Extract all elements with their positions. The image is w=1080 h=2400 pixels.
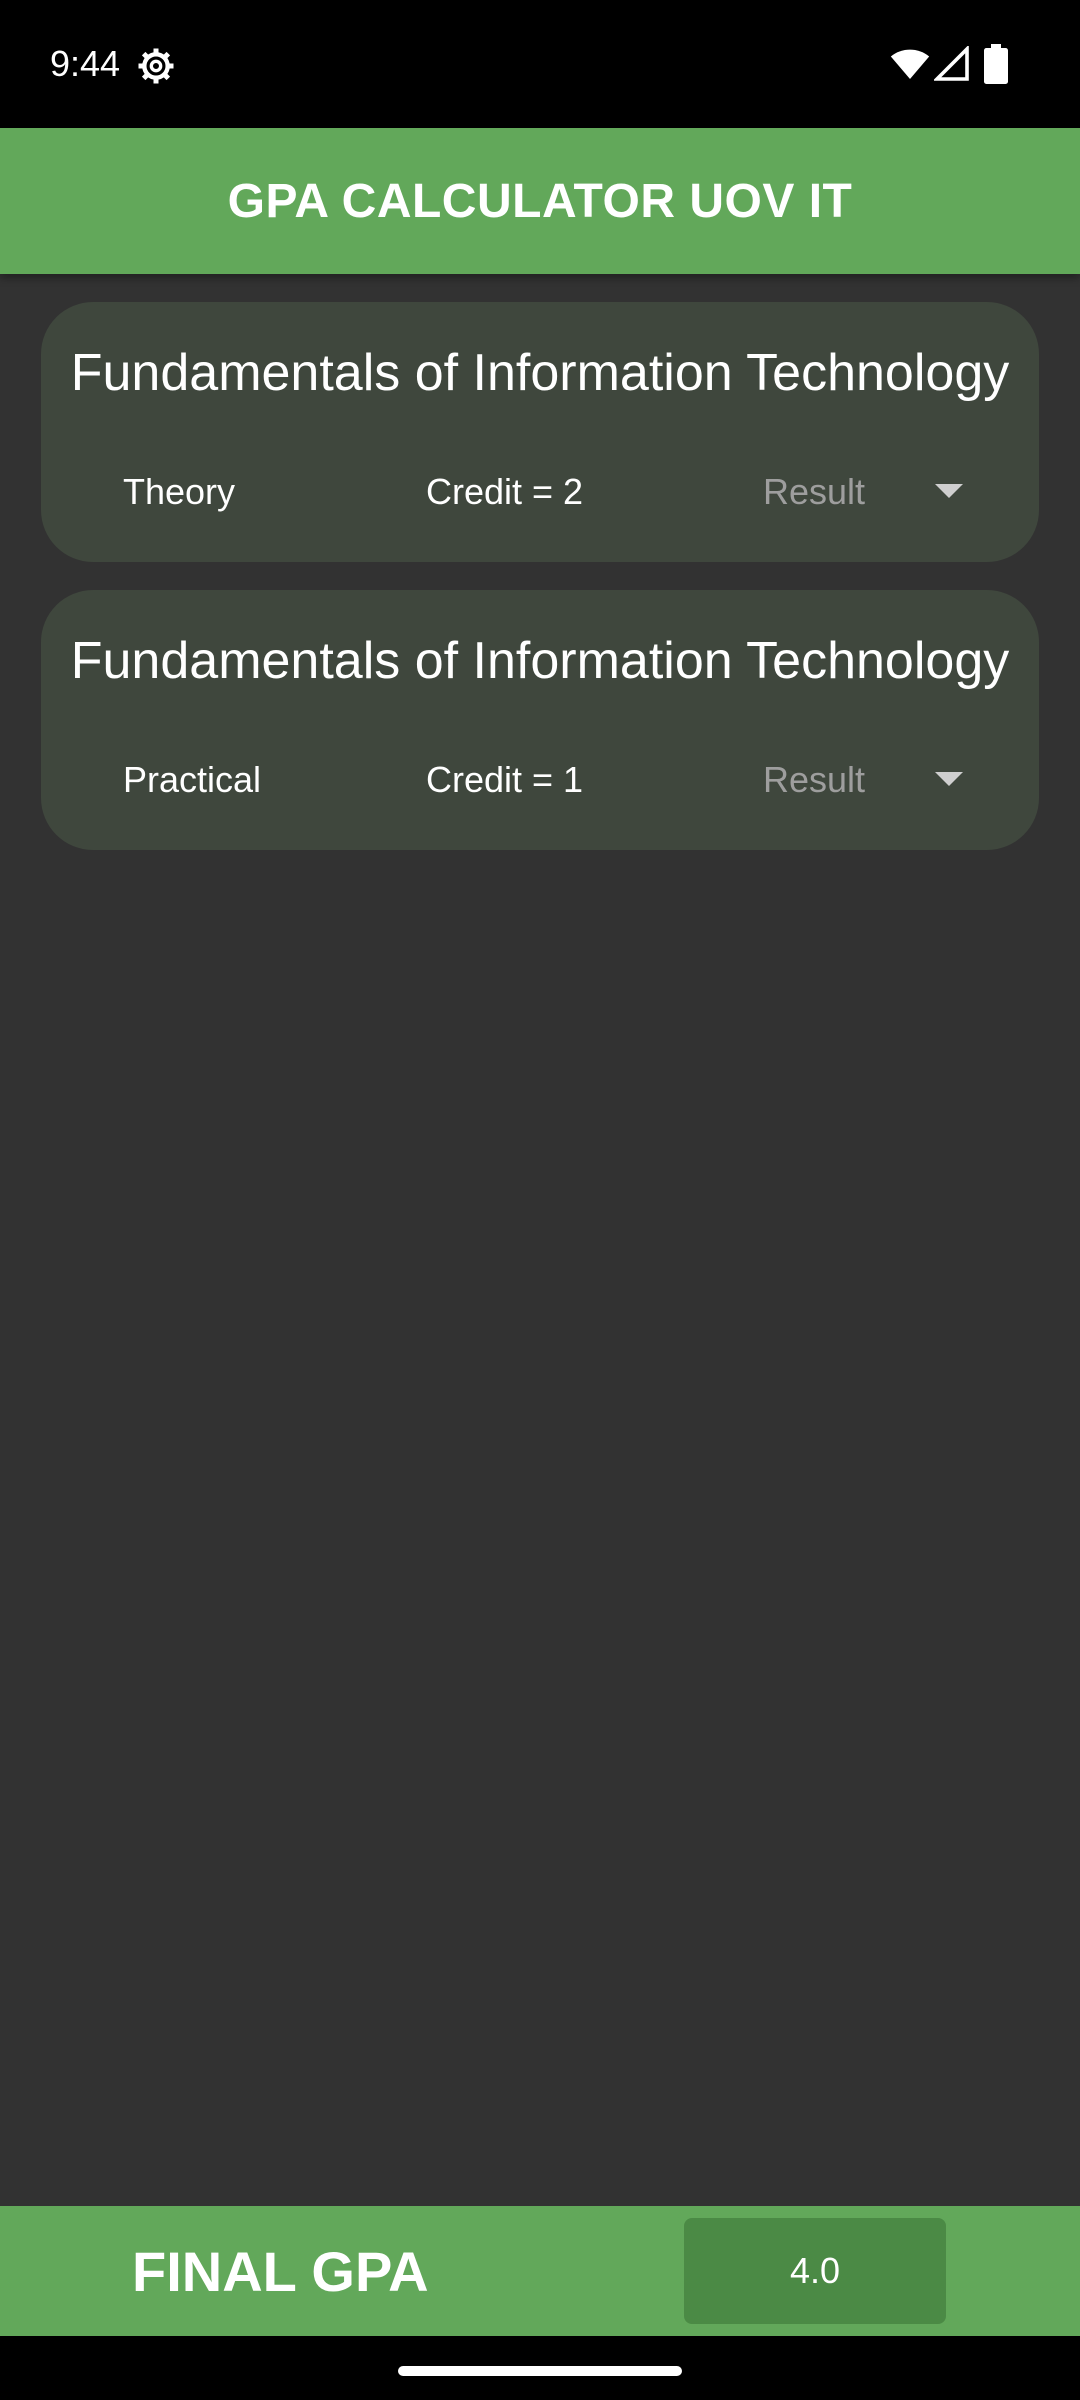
course-title: Fundamentals of Information Technology <box>70 344 1010 402</box>
course-title: Fundamentals of Information Technology <box>70 632 1010 690</box>
dropdown-arrow-icon <box>935 772 963 786</box>
status-bar: 9:44 <box>0 0 1080 128</box>
app-bar: GPA CALCULATOR UOV IT <box>0 128 1080 274</box>
final-gpa-value: 4.0 <box>684 2218 946 2324</box>
settings-gear-icon <box>138 48 174 84</box>
home-indicator[interactable] <box>398 2366 682 2376</box>
course-card: Fundamentals of Information Technology T… <box>41 302 1039 562</box>
battery-icon <box>984 44 1008 84</box>
final-gpa-label: FINAL GPA <box>132 2240 429 2303</box>
course-credit: Credit = 1 <box>426 759 584 800</box>
result-dropdown[interactable]: Result <box>763 460 983 524</box>
final-gpa-value-text: 4.0 <box>789 2250 841 2291</box>
course-type: Practical <box>123 759 262 800</box>
result-placeholder: Result <box>763 471 866 512</box>
course-card: Fundamentals of Information Technology P… <box>41 590 1039 850</box>
navigation-bar <box>0 2336 1080 2400</box>
status-time: 9:44 <box>50 43 121 84</box>
course-list: Fundamentals of Information Technology T… <box>41 302 1039 878</box>
course-credit: Credit = 2 <box>426 471 584 512</box>
cell-signal-icon <box>934 46 969 81</box>
result-dropdown[interactable]: Result <box>763 748 983 812</box>
dropdown-arrow-icon <box>935 484 963 498</box>
wifi-icon <box>890 49 930 79</box>
final-gpa-bar: FINAL GPA 4.0 <box>0 2206 1080 2336</box>
app-title: GPA CALCULATOR UOV IT <box>227 174 853 228</box>
course-type: Theory <box>123 471 236 512</box>
result-placeholder: Result <box>763 759 866 800</box>
